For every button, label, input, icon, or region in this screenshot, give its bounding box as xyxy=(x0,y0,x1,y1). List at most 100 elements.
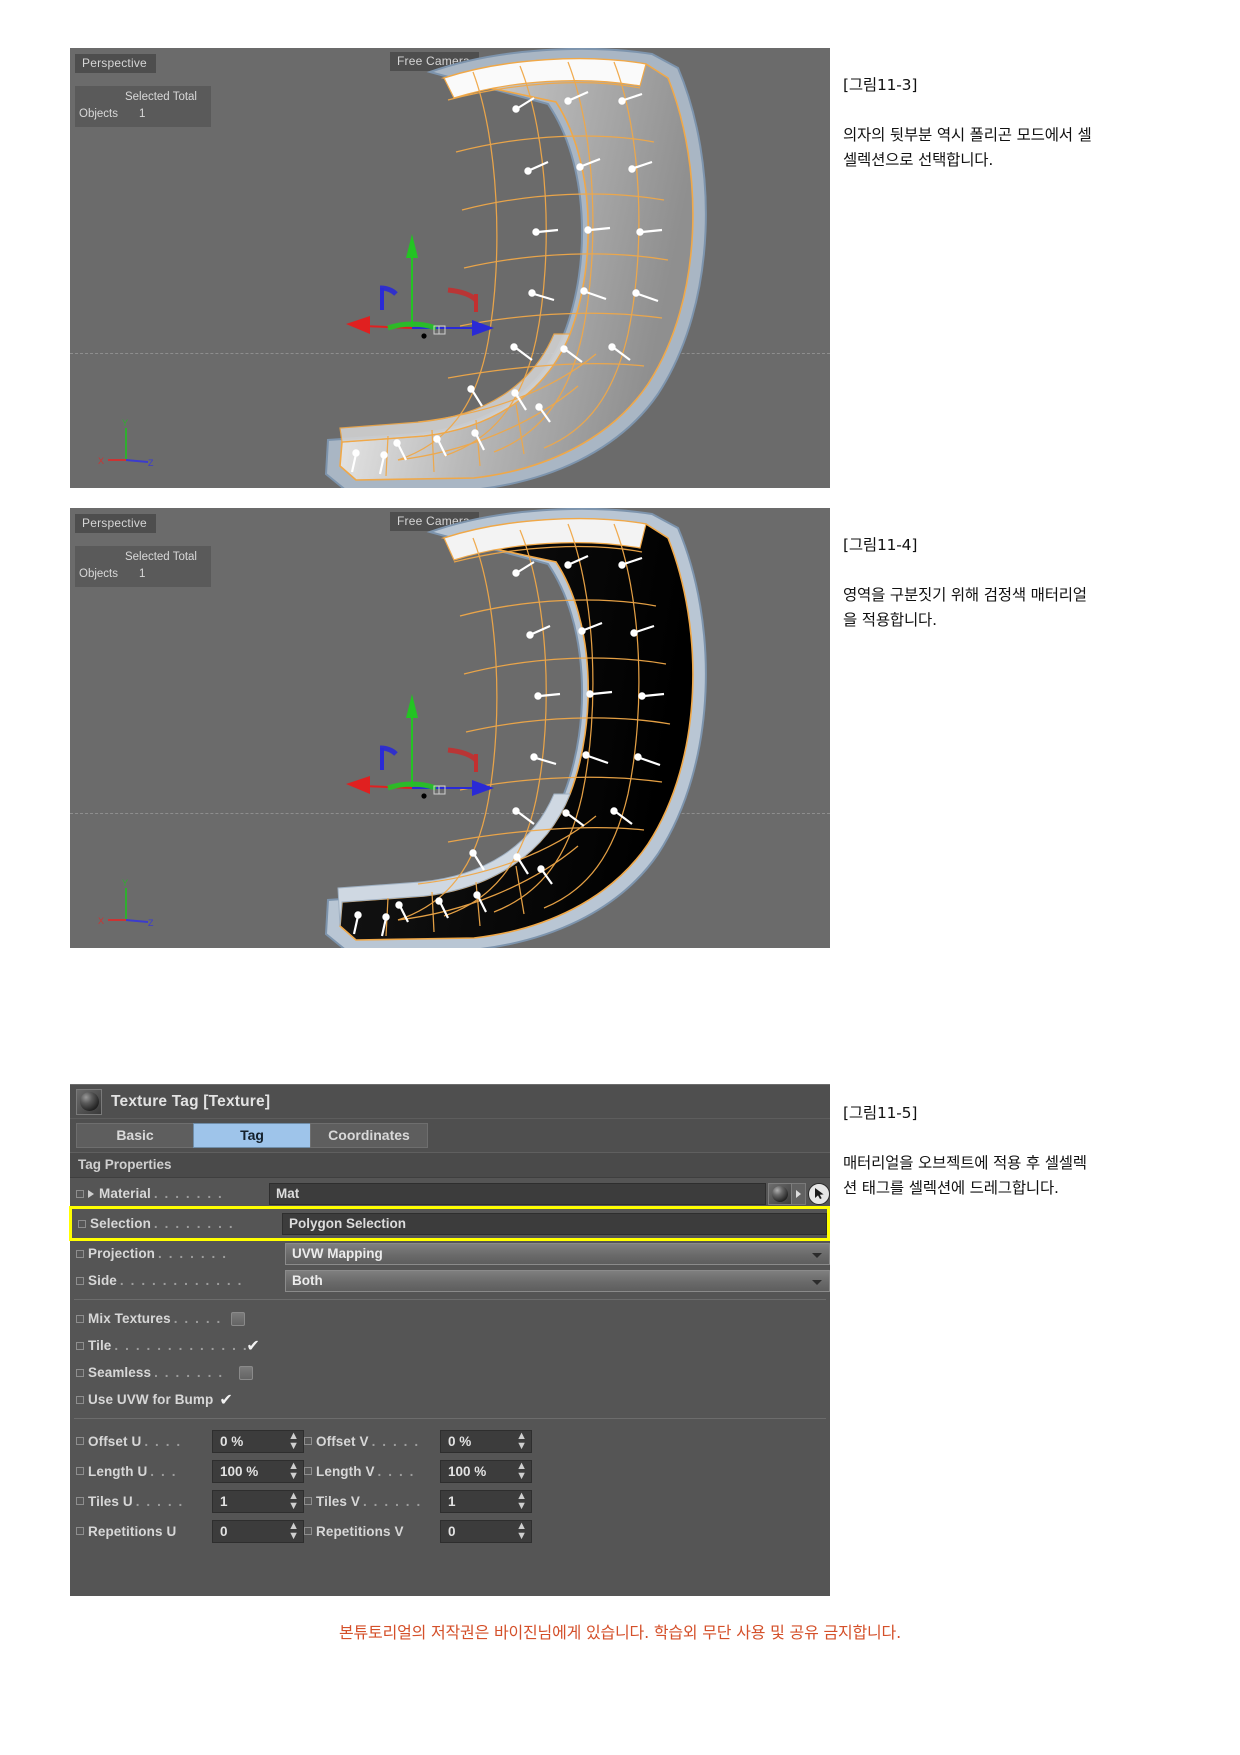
numeric-row: Repetitions U 0 ▲ ▼ Repetitions V 0 ▲ ▼ xyxy=(76,1516,830,1546)
length-u-input[interactable]: 100 % ▲ ▼ xyxy=(212,1459,304,1483)
selection-anim-dot-icon[interactable] xyxy=(78,1219,86,1228)
offset-v-stepper-icon[interactable]: ▲ ▼ xyxy=(516,1431,527,1452)
stats-objects-row-2: Objects 1 xyxy=(79,566,203,583)
tiles-u-anim-dot-icon[interactable] xyxy=(76,1497,84,1505)
length-v-stepper-icon[interactable]: ▲ ▼ xyxy=(516,1461,527,1482)
projection-value: UVW Mapping xyxy=(292,1245,383,1261)
tab-coordinates[interactable]: Coordinates xyxy=(310,1123,428,1148)
length-v-dots: . . . . xyxy=(377,1463,416,1479)
pick-cursor-icon[interactable] xyxy=(808,1182,830,1205)
offset-v-input[interactable]: 0 % ▲ ▼ xyxy=(440,1429,532,1453)
repetitions-v-input[interactable]: 0 ▲ ▼ xyxy=(440,1519,532,1543)
texture-tag-panel: Texture Tag [Texture] Basic Tag Coordina… xyxy=(69,1084,830,1596)
row-material[interactable]: Material . . . . . . . Mat xyxy=(70,1180,830,1207)
row-use-uvw-for-bump[interactable]: Use UVW for Bump ✔ xyxy=(70,1386,830,1413)
move-gizmo-2[interactable] xyxy=(328,668,528,838)
length-v-input[interactable]: 100 % ▲ ▼ xyxy=(440,1459,532,1483)
repetitions-v-anim-dot-icon[interactable] xyxy=(304,1527,312,1535)
use-uvw-for-bump-checkbox[interactable]: ✔ xyxy=(219,1391,232,1407)
mix-textures-anim-dot-icon[interactable] xyxy=(76,1314,84,1323)
caption-title-1: [그림11-3] xyxy=(843,76,918,94)
tiles-v-anim-dot-icon[interactable] xyxy=(304,1497,312,1505)
use-uvw-anim-dot-icon[interactable] xyxy=(76,1395,84,1404)
row-tile[interactable]: Tile . . . . . . . . . . . . . ✔ xyxy=(70,1332,830,1359)
axis-x-label: X xyxy=(98,456,104,466)
axis-x-label-2: X xyxy=(98,916,104,926)
material-anim-dot-icon[interactable] xyxy=(76,1189,84,1198)
cell-tiles-u[interactable]: Tiles U . . . . . 1 ▲ ▼ xyxy=(76,1489,304,1513)
move-gizmo[interactable] xyxy=(328,208,528,378)
tiles-v-input[interactable]: 1 ▲ ▼ xyxy=(440,1489,532,1513)
chevron-down-icon xyxy=(812,1252,822,1258)
cell-offset-v[interactable]: Offset V . . . . . 0 % ▲ ▼ xyxy=(304,1429,532,1453)
viewport-perspective-label[interactable]: Perspective xyxy=(75,54,156,73)
stats-objects-row: Objects 1 xyxy=(79,106,203,123)
tutorial-page: Perspective Free Camera Selected Total O… xyxy=(0,0,1240,1755)
seamless-checkbox[interactable] xyxy=(239,1365,254,1380)
material-value-field[interactable]: Mat xyxy=(269,1182,766,1205)
tiles-u-stepper-icon[interactable]: ▲ ▼ xyxy=(288,1491,299,1512)
seamless-anim-dot-icon[interactable] xyxy=(76,1368,84,1377)
tiles-v-value: 1 xyxy=(448,1493,456,1509)
row-mix-textures[interactable]: Mix Textures . . . . . xyxy=(70,1305,830,1332)
repetitions-u-input[interactable]: 0 ▲ ▼ xyxy=(212,1519,304,1543)
chevron-right-icon[interactable] xyxy=(88,1189,94,1198)
viewport-perspective-2[interactable]: Perspective Free Camera Selected Total O… xyxy=(70,508,830,948)
length-u-stepper-icon[interactable]: ▲ ▼ xyxy=(288,1461,299,1482)
tiles-u-label: Tiles U xyxy=(88,1493,133,1509)
selection-value-field[interactable]: Polygon Selection xyxy=(282,1212,827,1235)
cell-length-u[interactable]: Length U . . . 100 % ▲ ▼ xyxy=(76,1459,304,1483)
cell-repetitions-u[interactable]: Repetitions U 0 ▲ ▼ xyxy=(76,1519,304,1543)
offset-u-stepper-icon[interactable]: ▲ ▼ xyxy=(288,1431,299,1452)
use-uvw-for-bump-label: Use UVW for Bump xyxy=(88,1392,214,1407)
projection-dropdown[interactable]: UVW Mapping xyxy=(285,1242,830,1265)
repetitions-u-stepper-icon[interactable]: ▲ ▼ xyxy=(288,1521,299,1542)
cell-offset-u[interactable]: Offset U . . . . 0 % ▲ ▼ xyxy=(76,1429,304,1453)
length-u-label: Length U xyxy=(88,1463,148,1479)
length-v-label: Length V xyxy=(316,1463,375,1479)
stats-objects-value-2: 1 xyxy=(139,568,146,580)
repetitions-v-value: 0 xyxy=(448,1523,456,1539)
tiles-v-stepper-icon[interactable]: ▲ ▼ xyxy=(516,1491,527,1512)
length-u-anim-dot-icon[interactable] xyxy=(76,1467,84,1475)
row-selection[interactable]: Selection . . . . . . . . Polygon Select… xyxy=(69,1206,830,1241)
world-axis-indicator-2: Y Z X xyxy=(98,878,154,928)
mix-textures-dots: . . . . . xyxy=(173,1311,222,1326)
gizmo-y-axis-2 xyxy=(406,694,418,718)
viewport-stats-2: Selected Total Objects 1 xyxy=(75,546,211,587)
side-dropdown[interactable]: Both xyxy=(285,1269,830,1292)
row-projection[interactable]: Projection . . . . . . . UVW Mapping xyxy=(70,1240,830,1267)
row-side[interactable]: Side . . . . . . . . . . . . Both xyxy=(70,1267,830,1294)
chevron-down-icon-2 xyxy=(812,1279,822,1285)
tile-anim-dot-icon[interactable] xyxy=(76,1341,84,1350)
tile-checkbox[interactable]: ✔ xyxy=(246,1337,259,1353)
tab-basic[interactable]: Basic xyxy=(76,1123,194,1148)
offset-v-anim-dot-icon[interactable] xyxy=(304,1437,312,1445)
caption-figure-11-5: [그림11-5] 매터리얼을 오브젝트에 적용 후 셀셀렉 션 태그를 셀렉션에… xyxy=(843,1076,1203,1201)
tiles-u-input[interactable]: 1 ▲ ▼ xyxy=(212,1489,304,1513)
panel-title: Texture Tag [Texture] xyxy=(111,1092,271,1110)
cell-tiles-v[interactable]: Tiles V . . . . . . 1 ▲ ▼ xyxy=(304,1489,532,1513)
cell-length-v[interactable]: Length V . . . . 100 % ▲ ▼ xyxy=(304,1459,532,1483)
offset-u-anim-dot-icon[interactable] xyxy=(76,1437,84,1445)
repetitions-u-anim-dot-icon[interactable] xyxy=(76,1527,84,1535)
repetitions-v-stepper-icon[interactable]: ▲ ▼ xyxy=(516,1521,527,1542)
material-preview-icon[interactable] xyxy=(768,1182,792,1205)
length-v-anim-dot-icon[interactable] xyxy=(304,1467,312,1475)
caption-title-2: [그림11-4] xyxy=(843,536,918,554)
gizmo-y-axis xyxy=(406,234,418,258)
projection-anim-dot-icon[interactable] xyxy=(76,1249,84,1258)
viewport-perspective-label-2[interactable]: Perspective xyxy=(75,514,156,533)
tiles-u-value: 1 xyxy=(220,1493,228,1509)
mix-textures-checkbox[interactable] xyxy=(230,1311,245,1326)
viewport-perspective-1[interactable]: Perspective Free Camera Selected Total O… xyxy=(70,48,830,488)
cell-repetitions-v[interactable]: Repetitions V 0 ▲ ▼ xyxy=(304,1519,532,1543)
axis-y-label: Y xyxy=(122,418,128,428)
material-next-arrow-icon[interactable] xyxy=(792,1182,806,1205)
side-anim-dot-icon[interactable] xyxy=(76,1276,84,1285)
repetitions-u-label: Repetitions U xyxy=(88,1523,177,1539)
offset-u-input[interactable]: 0 % ▲ ▼ xyxy=(212,1429,304,1453)
tab-tag[interactable]: Tag xyxy=(193,1123,311,1148)
row-seamless[interactable]: Seamless . . . . . . . xyxy=(70,1359,830,1386)
stats-header-2: Selected Total xyxy=(124,551,197,563)
